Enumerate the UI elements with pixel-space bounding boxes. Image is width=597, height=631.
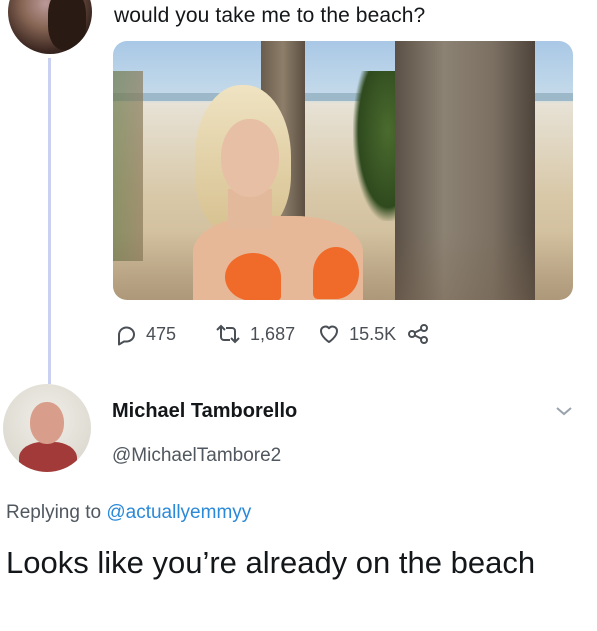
- share-button[interactable]: [406, 322, 430, 346]
- reply-icon: [118, 326, 135, 346]
- like-button[interactable]: 15.5K: [317, 322, 396, 346]
- replying-to-mention[interactable]: @actuallyemmyy: [106, 502, 251, 523]
- replying-prefix: Replying to: [6, 502, 102, 523]
- tweet-action-bar: 475 1,687 15.5K: [114, 320, 430, 348]
- thread-connector-line: [48, 58, 51, 384]
- reply-author-avatar[interactable]: [3, 384, 91, 472]
- retweet-button[interactable]: 1,687: [214, 322, 295, 346]
- chevron-down-icon[interactable]: [555, 404, 573, 418]
- retweet-icon: [216, 324, 240, 344]
- reply-tweet-text: Looks like you’re already on the beach: [6, 545, 536, 580]
- tweet-media-image[interactable]: [113, 41, 573, 300]
- reply-button[interactable]: 475: [114, 322, 176, 346]
- share-icon: [408, 324, 429, 344]
- like-count: 15.5K: [349, 323, 397, 344]
- replying-to-line: Replying to @actuallyemmyy: [6, 502, 251, 524]
- original-tweet-text: would you take me to the beach?: [114, 4, 426, 27]
- reply-author-name[interactable]: Michael Tamborello: [112, 400, 297, 423]
- retweet-count: 1,687: [250, 323, 296, 344]
- reply-author-handle[interactable]: @MichaelTambore2: [112, 445, 281, 467]
- original-author-avatar[interactable]: [8, 0, 92, 54]
- like-icon: [320, 325, 339, 343]
- reply-count: 475: [146, 323, 177, 344]
